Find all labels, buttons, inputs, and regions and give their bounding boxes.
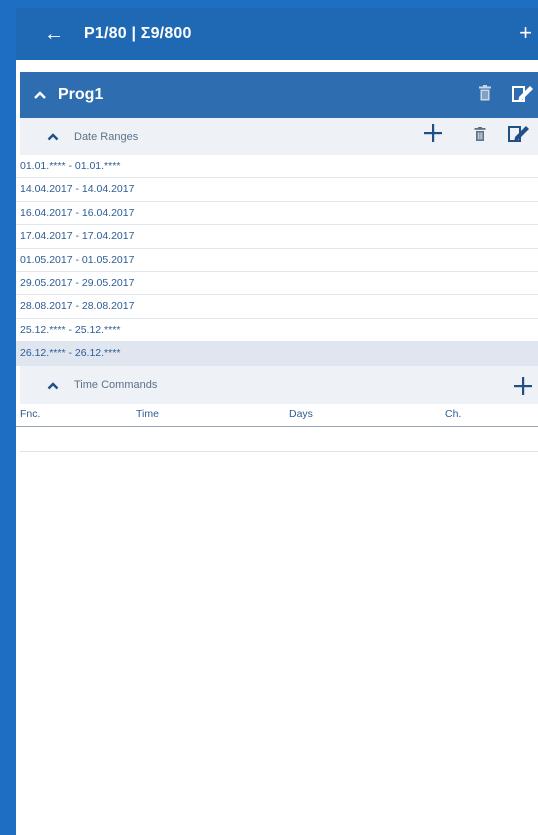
date-range-row[interactable]: 14.04.2017 - 14.04.2017 <box>16 178 538 202</box>
date-range-row[interactable]: 17.04.2017 - 17.04.2017 <box>16 225 538 249</box>
chevron-up-icon[interactable] <box>46 130 60 144</box>
date-range-row-selected[interactable]: 26.12.**** - 26.12.**** <box>16 342 538 366</box>
program-name: Prog1 <box>58 86 104 103</box>
add-button[interactable]: + <box>519 22 532 44</box>
date-range-row[interactable]: 01.01.**** - 01.01.**** <box>16 155 538 179</box>
time-commands-label: Time Commands <box>74 379 158 391</box>
date-range-row[interactable]: 01.05.2017 - 01.05.2017 <box>16 249 538 272</box>
column-header-days[interactable]: Days <box>289 408 313 420</box>
chevron-up-icon[interactable] <box>32 87 48 103</box>
chevron-up-icon[interactable] <box>46 378 60 392</box>
date-range-row[interactable]: 25.12.**** - 25.12.**** <box>16 319 538 343</box>
add-date-range-plus-icon[interactable] <box>422 122 444 144</box>
edit-date-range-icon[interactable] <box>506 123 530 145</box>
column-header-function[interactable]: Fnc. <box>20 408 40 420</box>
app-window: ← P1/80 | Σ9/800 + Prog1 Date Ranges 01.… <box>16 8 538 835</box>
back-arrow-icon[interactable]: ← <box>44 24 64 44</box>
date-range-row[interactable]: 16.04.2017 - 16.04.2017 <box>16 202 538 226</box>
delete-date-range-trash-icon[interactable] <box>474 127 486 141</box>
delete-program-trash-icon[interactable] <box>478 85 492 101</box>
add-time-command-plus-icon[interactable] <box>512 375 534 397</box>
date-ranges-label: Date Ranges <box>74 130 139 143</box>
date-range-row[interactable]: 29.05.2017 - 29.05.2017 <box>16 272 538 296</box>
program-header[interactable]: Prog1 <box>20 72 538 118</box>
app-bar: ← P1/80 | Σ9/800 + <box>16 8 538 60</box>
page-title: P1/80 | Σ9/800 <box>84 25 192 42</box>
column-header-time[interactable]: Time <box>136 408 159 420</box>
column-header-channel[interactable]: Ch. <box>445 408 461 420</box>
time-commands-column-headers: Fnc. Time Days Ch. <box>16 404 538 427</box>
edit-program-icon[interactable] <box>510 83 534 105</box>
date-ranges-header[interactable]: Date Ranges <box>20 118 538 155</box>
divider <box>20 451 538 452</box>
time-commands-header[interactable]: Time Commands <box>20 366 538 404</box>
date-range-list: 01.01.**** - 01.01.**** 14.04.2017 - 14.… <box>16 155 538 366</box>
date-range-row[interactable]: 28.08.2017 - 28.08.2017 <box>16 295 538 319</box>
